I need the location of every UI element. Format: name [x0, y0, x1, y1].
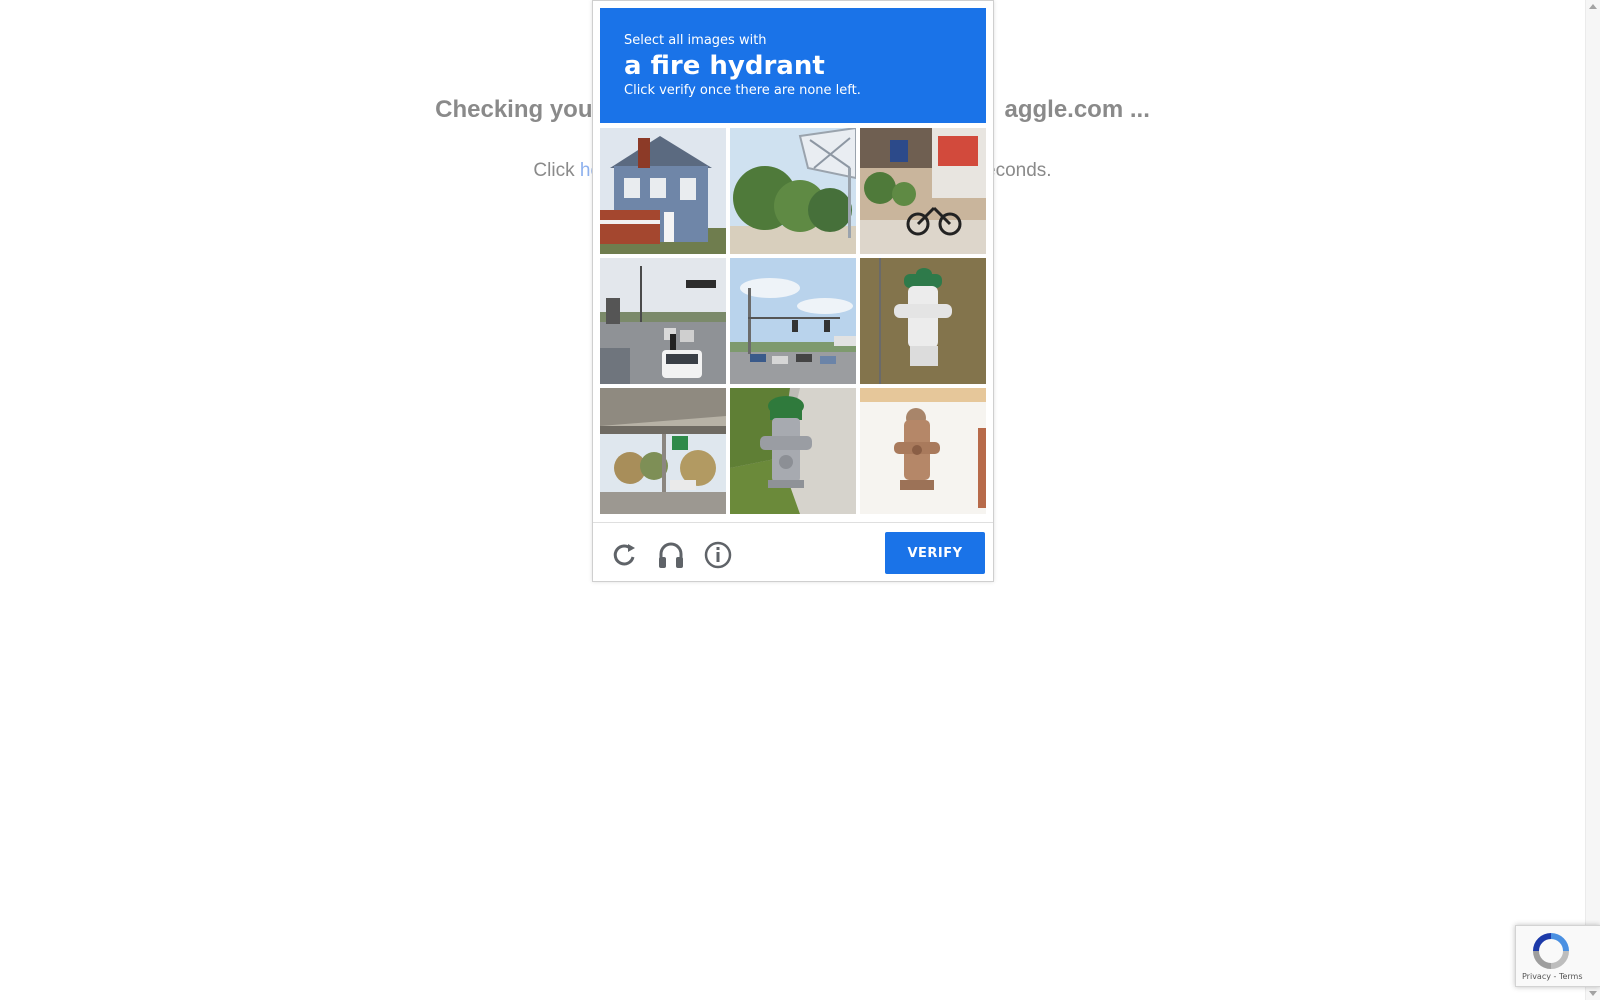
rusty-hydrant-image — [860, 388, 986, 514]
scroll-down-arrow-icon[interactable] — [1589, 991, 1597, 996]
image-tile-3[interactable] — [860, 128, 986, 254]
storefront-image — [860, 128, 986, 254]
info-button[interactable] — [701, 538, 735, 572]
white-hydrant-image — [860, 258, 986, 384]
recaptcha-badge[interactable]: Privacy - Terms — [1515, 925, 1600, 987]
image-tile-7[interactable] — [600, 388, 726, 514]
overpass-image — [600, 388, 726, 514]
headphones-icon — [659, 542, 683, 568]
image-tile-1[interactable] — [600, 128, 726, 254]
challenge-target: a fire hydrant — [624, 51, 825, 81]
redirect-suffix: econds. — [985, 160, 1052, 181]
intersection-image — [730, 258, 856, 384]
verify-button[interactable]: VERIFY — [885, 532, 985, 574]
challenge-header: Select all images with a fire hydrant Cl… — [600, 8, 986, 123]
scroll-up-arrow-icon[interactable] — [1589, 4, 1597, 9]
trees-image — [730, 128, 856, 254]
highway-image — [600, 258, 726, 384]
image-tile-9[interactable] — [860, 388, 986, 514]
scrollbar[interactable] — [1585, 0, 1600, 1000]
challenge-hint: Click verify once there are none left. — [624, 83, 861, 98]
audio-challenge-button[interactable] — [654, 538, 688, 572]
image-tile-5[interactable] — [730, 258, 856, 384]
page-heading-start: Checking you — [435, 96, 593, 123]
image-tile-6[interactable] — [860, 258, 986, 384]
image-tile-8[interactable] — [730, 388, 856, 514]
badge-links[interactable]: Privacy - Terms — [1522, 972, 1583, 981]
image-tile-2[interactable] — [730, 128, 856, 254]
info-icon — [704, 541, 732, 569]
footer-divider — [593, 522, 993, 523]
recaptcha-logo-icon — [1533, 933, 1569, 969]
house-image — [600, 128, 726, 254]
recaptcha-challenge: Select all images with a fire hydrant Cl… — [592, 0, 994, 582]
reload-icon — [613, 544, 635, 566]
green-hydrant-image — [730, 388, 856, 514]
challenge-instruction: Select all images with — [624, 33, 767, 48]
page-heading-end: aggle.com ... — [1004, 96, 1150, 123]
image-tile-4[interactable] — [600, 258, 726, 384]
redirect-prefix: Click — [533, 160, 580, 181]
image-grid — [600, 128, 986, 514]
reload-button[interactable] — [607, 538, 641, 572]
